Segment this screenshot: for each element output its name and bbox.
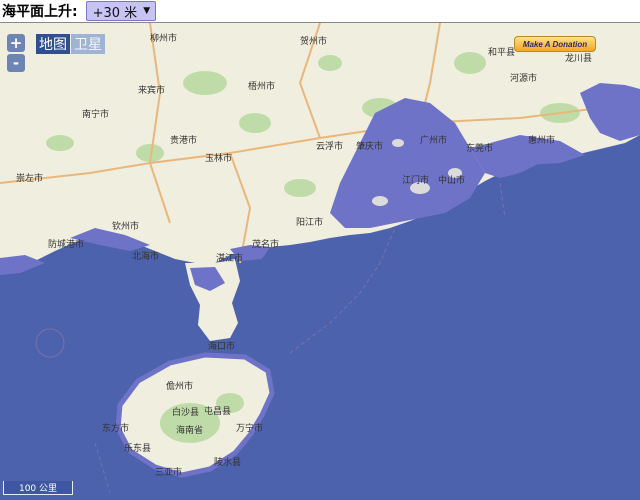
place-label: 湛江市 [216, 254, 244, 264]
zoom-in-button[interactable]: + [7, 34, 25, 52]
place-label: 南宁市 [82, 110, 110, 120]
sea-level-label: 海平面上升: [2, 4, 78, 20]
place-label: 来宾市 [138, 86, 166, 96]
place-label: 万宁市 [236, 424, 264, 434]
map-type-map-button[interactable]: 地图 [36, 34, 70, 54]
place-label: 茂名市 [252, 240, 280, 250]
place-label: 乐东县 [124, 444, 152, 454]
place-label: 贺州市 [300, 37, 328, 47]
place-label: 东莞市 [466, 144, 494, 154]
place-label: 陵水县 [214, 458, 242, 468]
place-label: 柳州市 [150, 34, 178, 44]
place-label: 三亚市 [155, 468, 183, 478]
sea-level-select[interactable]: +30 米 ▼ [85, 1, 156, 21]
sea-level-toolbar: 海平面上升: +30 米 ▼ [0, 0, 640, 22]
place-label: 肇庆市 [356, 142, 384, 152]
place-label: 和平县 [488, 48, 516, 58]
place-label: 惠州市 [528, 136, 556, 146]
place-label: 中山市 [438, 176, 466, 186]
map-type-satellite-button[interactable]: 卫星 [71, 34, 105, 54]
place-label: 儋州市 [166, 382, 194, 392]
zoom-out-button[interactable]: - [7, 54, 25, 72]
place-label: 北海市 [132, 252, 160, 262]
place-label: 崇左市 [16, 174, 44, 184]
place-label: 防城港市 [48, 240, 85, 250]
place-label: 梧州市 [248, 82, 276, 92]
place-label: 江门市 [402, 176, 430, 186]
place-label: 海南省 [176, 426, 204, 436]
place-label: 龙川县 [565, 54, 593, 64]
place-label: 钦州市 [112, 222, 140, 232]
place-label: 阳江市 [296, 218, 324, 228]
place-label: 屯昌县 [204, 407, 232, 417]
place-label: 玉林市 [205, 154, 233, 164]
chevron-down-icon: ▼ [143, 6, 151, 16]
place-label: 广州市 [420, 136, 448, 146]
scale-bar: 100 公里 [3, 481, 73, 495]
place-label: 白沙县 [172, 408, 200, 418]
donation-button[interactable]: Make A Donation [514, 36, 596, 52]
place-label: 贵港市 [170, 136, 198, 146]
map-graphic[interactable] [0, 23, 640, 500]
place-label: 河源市 [510, 74, 538, 84]
sea-level-value: +30 米 [92, 5, 138, 21]
place-label: 海口市 [208, 342, 236, 352]
place-label: 东方市 [102, 424, 130, 434]
map-canvas[interactable]: 柳州市 贺州市 和平县 龙川县 来宾市 梧州市 河源市 南宁市 贵港市 玉林市 … [0, 22, 640, 500]
place-label: 云浮市 [316, 142, 344, 152]
